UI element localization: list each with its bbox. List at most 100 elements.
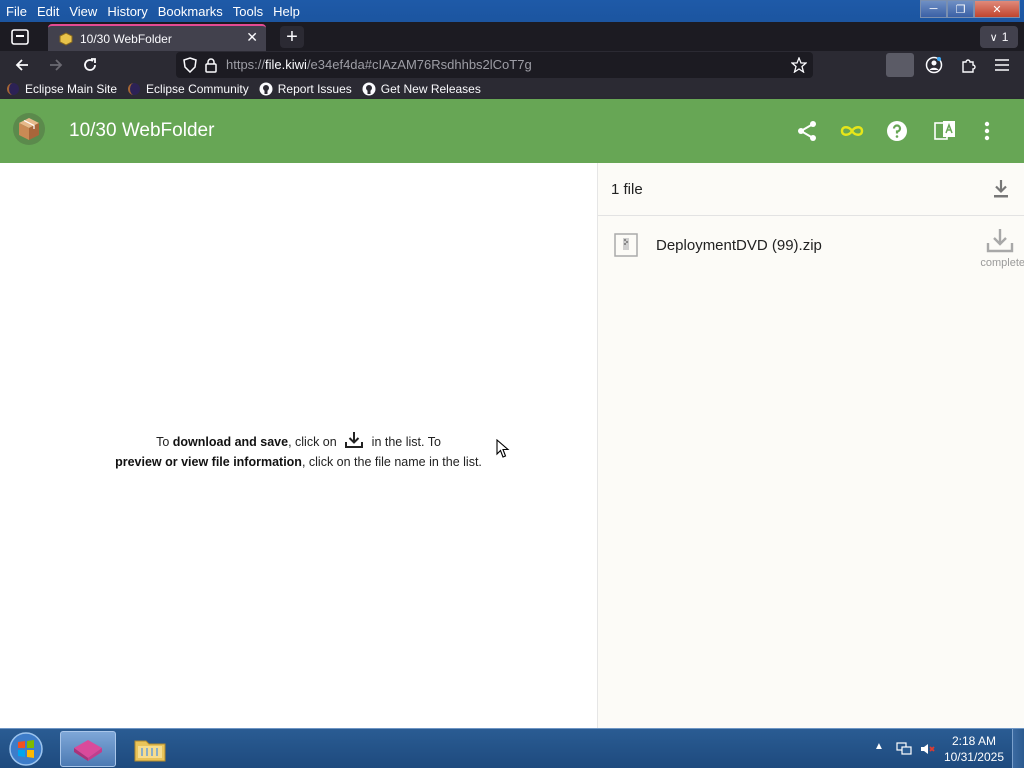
taskbar-explorer-app[interactable]	[122, 731, 178, 767]
list-all-tabs-button[interactable]: ∨ 1	[980, 26, 1018, 48]
github-icon	[259, 82, 273, 95]
forward-arrow-icon	[50, 59, 63, 71]
site-favicon-icon	[59, 31, 73, 46]
bookmarks-toolbar: Eclipse Main Site Eclipse Community Repo…	[0, 78, 1024, 99]
file-list-item[interactable]: DeploymentDVD (99).zip complete	[598, 217, 1024, 273]
bookmark-label: Eclipse Main Site	[25, 81, 118, 96]
download-icon	[345, 432, 364, 448]
infinity-button[interactable]	[838, 118, 866, 144]
translate-button[interactable]	[932, 118, 958, 144]
zip-file-icon	[614, 233, 638, 257]
hint-bold-download: download and save	[172, 435, 289, 449]
back-arrow-icon	[15, 59, 28, 71]
share-button[interactable]	[794, 118, 820, 144]
eclipse-icon	[128, 82, 141, 95]
download-file-icon[interactable]	[985, 225, 1015, 255]
url-text[interactable]: https://file.kiwi/e34ef4da#cIAzAM76Rsdhh…	[226, 57, 532, 72]
maximize-button[interactable]: ❐	[947, 0, 974, 18]
bookmark-get-new-releases[interactable]: Get New Releases	[362, 82, 481, 96]
bookmark-label: Eclipse Community	[146, 81, 249, 96]
puzzle-icon	[962, 59, 976, 73]
account-button[interactable]	[922, 54, 946, 76]
chevron-down-icon: ∨	[989, 31, 998, 44]
help-button[interactable]	[884, 118, 910, 144]
menu-help[interactable]: Help	[273, 4, 300, 19]
menu-view[interactable]: View	[69, 4, 97, 19]
reload-button[interactable]	[78, 54, 102, 76]
download-all-icon[interactable]	[989, 177, 1013, 201]
help-icon	[887, 121, 907, 141]
lock-icon[interactable]	[204, 57, 218, 73]
bookmark-label: Get New Releases	[380, 81, 481, 96]
tab-strip: 10/30 WebFolder ✕ + ∨ 1	[0, 22, 1024, 51]
tab-count: 1	[1001, 30, 1009, 44]
translate-icon	[934, 121, 955, 140]
firefox-view-button[interactable]	[6, 26, 34, 48]
file-name[interactable]: DeploymentDVD (99).zip	[656, 237, 822, 254]
window-controls: ─ ❐ ✕	[920, 0, 1020, 18]
infinity-icon	[840, 126, 864, 136]
clock[interactable]: 2:18 AM 10/31/2025	[944, 733, 1004, 765]
more-vert-icon	[984, 121, 990, 141]
navigation-toolbar: https://file.kiwi/e34ef4da#cIAzAM76Rsdhh…	[0, 51, 1024, 78]
taskbar-browser-app[interactable]	[60, 731, 116, 767]
taskbar: ▲ 2:18 AM 10/31/2025	[0, 728, 1024, 768]
hamburger-icon	[995, 59, 1009, 71]
file-count: 1 file	[611, 181, 643, 198]
tracking-protection-icon[interactable]	[182, 57, 198, 73]
bookmark-label: Report Issues	[277, 81, 352, 96]
bookmark-eclipse-main-site[interactable]: Eclipse Main Site	[6, 82, 117, 96]
url-scheme: https://	[226, 57, 266, 72]
preview-pane: To download and save, click on in the li…	[0, 163, 597, 728]
menu-file[interactable]: File	[6, 4, 27, 19]
account-icon	[925, 56, 943, 74]
firefox-view-icon	[11, 29, 29, 45]
menu-tools[interactable]: Tools	[233, 4, 263, 19]
hint-bold-preview: preview or view file information	[115, 455, 302, 469]
minimize-button[interactable]: ─	[920, 0, 947, 18]
box-logo-icon[interactable]	[12, 112, 46, 146]
menu-bar: File Edit View History Bookmarks Tools H…	[0, 0, 1024, 22]
share-icon	[798, 121, 816, 141]
bookmark-eclipse-community[interactable]: Eclipse Community	[127, 82, 249, 96]
app-menu-button[interactable]	[990, 54, 1014, 76]
start-button[interactable]	[6, 731, 46, 767]
more-options-button[interactable]	[974, 118, 1000, 144]
url-bar[interactable]: https://file.kiwi/e34ef4da#cIAzAM76Rsdhh…	[176, 52, 813, 78]
clock-time: 2:18 AM	[951, 734, 996, 748]
tab-webfolder[interactable]: 10/30 WebFolder ✕	[48, 24, 266, 51]
show-hidden-icons-icon[interactable]: ▲	[874, 741, 884, 752]
clock-date: 10/31/2025	[943, 750, 1004, 764]
forward-button[interactable]	[44, 54, 68, 76]
volume-muted-icon[interactable]	[920, 742, 936, 756]
tab-title: 10/30 WebFolder	[80, 31, 172, 46]
menu-edit[interactable]: Edit	[37, 4, 59, 19]
hint-text: , click on	[288, 435, 341, 449]
folder-icon	[134, 740, 166, 762]
bookmark-star-icon[interactable]	[791, 57, 807, 73]
app-title: 10/30 WebFolder	[69, 120, 215, 141]
hint-text: To	[156, 435, 173, 449]
back-button[interactable]	[10, 54, 34, 76]
bookmark-report-issues[interactable]: Report Issues	[259, 82, 352, 96]
hint-text: in the list. To	[368, 435, 441, 449]
hint-text: , click on the file name in the list.	[301, 455, 482, 469]
network-icon[interactable]	[896, 742, 912, 756]
show-desktop-button[interactable]	[1012, 729, 1024, 768]
menu-history[interactable]: History	[107, 4, 147, 19]
system-tray: ▲ 2:18 AM 10/31/2025	[864, 729, 1024, 768]
github-icon	[362, 82, 376, 95]
close-window-button[interactable]: ✕	[974, 0, 1020, 18]
extensions-button[interactable]	[956, 54, 980, 76]
new-tab-button[interactable]: +	[280, 26, 304, 48]
menu-bookmarks[interactable]: Bookmarks	[158, 4, 223, 19]
tab-close-icon[interactable]: ✕	[246, 29, 258, 46]
file-status: complete	[980, 257, 1024, 269]
extension-button[interactable]	[886, 53, 914, 77]
reload-icon	[84, 58, 96, 71]
app-header: 10/30 WebFolder	[0, 99, 1024, 163]
screen: File Edit View History Bookmarks Tools H…	[0, 0, 1024, 768]
url-path: /e34ef4da#cIAzAM76Rsdhhbs2lCoT7g	[306, 57, 532, 72]
mouse-cursor-icon	[496, 439, 510, 458]
eclipse-icon	[7, 82, 19, 95]
